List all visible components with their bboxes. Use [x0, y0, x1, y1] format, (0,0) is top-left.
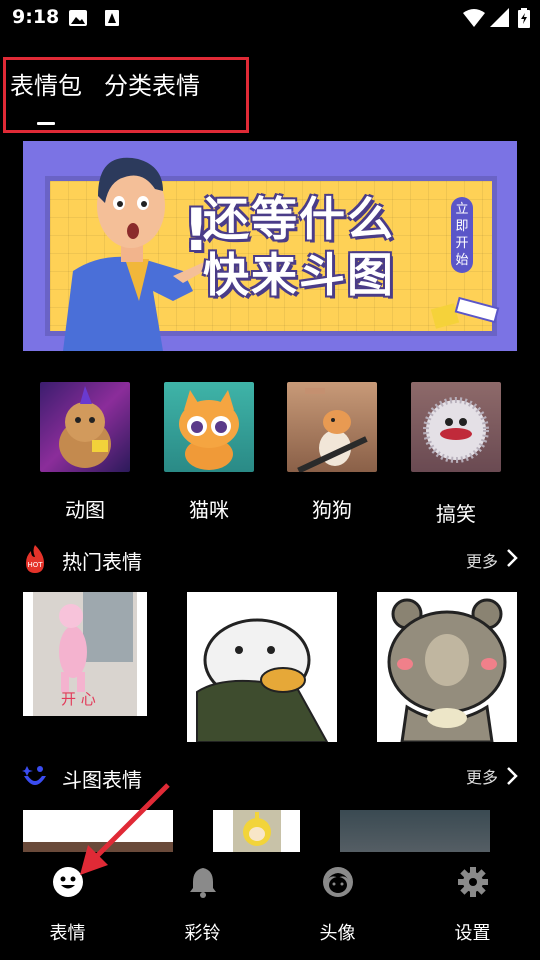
nav-settings[interactable]: 设置: [405, 852, 540, 960]
banner-start-badge: 立即开始: [451, 197, 473, 273]
category-cats-thumbnail: [164, 382, 254, 472]
chevron-right-icon[interactable]: [506, 766, 518, 786]
hot-sticker-1[interactable]: 开 心: [23, 592, 147, 716]
hot-section-title: 热门表情: [62, 550, 142, 574]
hot-more-link[interactable]: 更多: [466, 548, 498, 572]
avatar-icon: [323, 867, 353, 897]
nav-avatar[interactable]: 头像: [270, 852, 405, 960]
hot-sticker-3[interactable]: [377, 592, 517, 742]
signal-icon: [490, 8, 509, 27]
gift-box-icon: [430, 296, 500, 329]
hot-section-header: HOT 热门表情 更多: [0, 540, 540, 580]
app-notification-icon: [105, 10, 119, 26]
chevron-right-icon[interactable]: [506, 548, 518, 568]
battery-icon: [518, 8, 530, 28]
category-animated-thumbnail: [40, 382, 130, 472]
battle-more-link[interactable]: 更多: [466, 764, 498, 788]
battle-smile-icon: [22, 766, 46, 785]
nav-ringtone-label: 彩铃: [184, 923, 221, 944]
battle-section-title: 斗图表情: [62, 768, 142, 792]
bell-icon: [190, 868, 216, 898]
hot-sticker-1-caption: 开 心: [61, 690, 96, 708]
category-cats-label: 猫咪: [189, 498, 229, 522]
category-funny-label: 搞笑: [436, 502, 476, 526]
category-funny-thumbnail: [411, 382, 501, 472]
nav-emoji[interactable]: 表情: [0, 852, 135, 960]
nav-settings-label: 设置: [454, 923, 491, 944]
promo-banner[interactable]: ! 还等什么 快来斗图 立即开始: [23, 141, 517, 351]
nav-emoji-label: 表情: [49, 923, 86, 944]
status-time: 9:18: [12, 6, 60, 28]
nav-avatar-label: 头像: [319, 923, 356, 944]
category-animated-label: 动图: [65, 498, 105, 522]
battle-section-header: 斗图表情 更多: [0, 758, 540, 798]
gear-icon: [458, 867, 488, 897]
category-animated[interactable]: 动图: [40, 382, 130, 523]
svg-text:HOT: HOT: [27, 561, 43, 569]
category-dogs-label: 狗狗: [312, 498, 352, 522]
gallery-notification-icon: [69, 10, 87, 26]
nav-ringtone[interactable]: 彩铃: [135, 852, 270, 960]
category-funny[interactable]: 搞笑: [411, 382, 501, 527]
banner-headline: 还等什么 快来斗图: [203, 192, 395, 302]
wifi-icon: [463, 9, 485, 27]
smiley-icon: [53, 867, 83, 897]
bottom-navigation: 表情 彩铃 头像 设置: [0, 852, 540, 960]
highlight-annotation-box: [3, 57, 249, 133]
hot-flame-icon: HOT: [26, 545, 44, 573]
category-dogs[interactable]: 狗狗: [287, 382, 377, 523]
hot-sticker-2[interactable]: [187, 592, 337, 742]
category-dogs-thumbnail: [287, 382, 377, 472]
status-bar: 9:18: [0, 0, 540, 36]
category-cats[interactable]: 猫咪: [164, 382, 254, 523]
